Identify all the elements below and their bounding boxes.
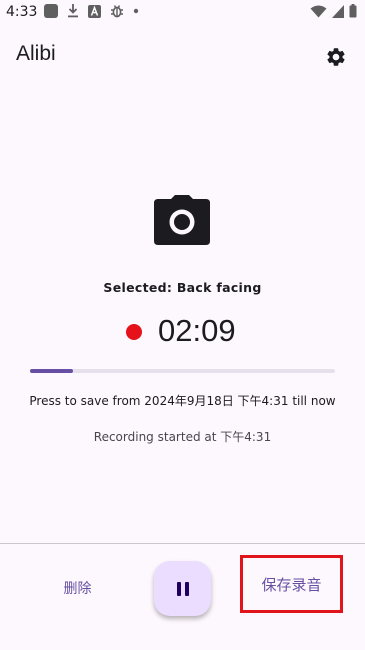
save-range-info: Press to save from 2024年9月18日 下午4:31 til…	[29, 394, 336, 408]
bottom-divider	[0, 543, 365, 544]
recording-progress-bar	[30, 369, 335, 373]
recording-started-info: Recording started at 下午4:31	[93, 430, 272, 444]
save-recording-label: 保存录音	[261, 575, 322, 594]
delete-button[interactable]: 删除	[50, 575, 105, 603]
save-recording-button[interactable]: 保存录音	[240, 555, 343, 613]
recording-indicator-dot	[126, 324, 142, 340]
app-title: Alibi	[16, 42, 56, 65]
camera-icon	[154, 195, 210, 245]
bug-icon	[111, 5, 123, 18]
notification-square-icon	[44, 4, 58, 18]
dot-icon	[133, 8, 139, 14]
pause-icon	[176, 581, 189, 596]
settings-button[interactable]	[322, 43, 350, 71]
recording-timer: 02:09	[158, 313, 236, 348]
recording-progress-fill	[30, 369, 73, 373]
selected-camera-label: Selected: Back facing	[103, 280, 262, 295]
wifi-icon	[310, 5, 327, 17]
battery-icon	[349, 4, 357, 18]
signal-icon	[332, 4, 344, 18]
gear-icon	[327, 48, 345, 66]
pause-button[interactable]	[154, 561, 211, 616]
status-system-icons	[310, 4, 357, 18]
status-notification-icons	[44, 4, 139, 18]
status-bar: 4:33	[0, 0, 365, 26]
download-icon	[68, 4, 78, 18]
a-badge-icon	[88, 4, 101, 18]
status-time: 4:33	[6, 4, 38, 20]
